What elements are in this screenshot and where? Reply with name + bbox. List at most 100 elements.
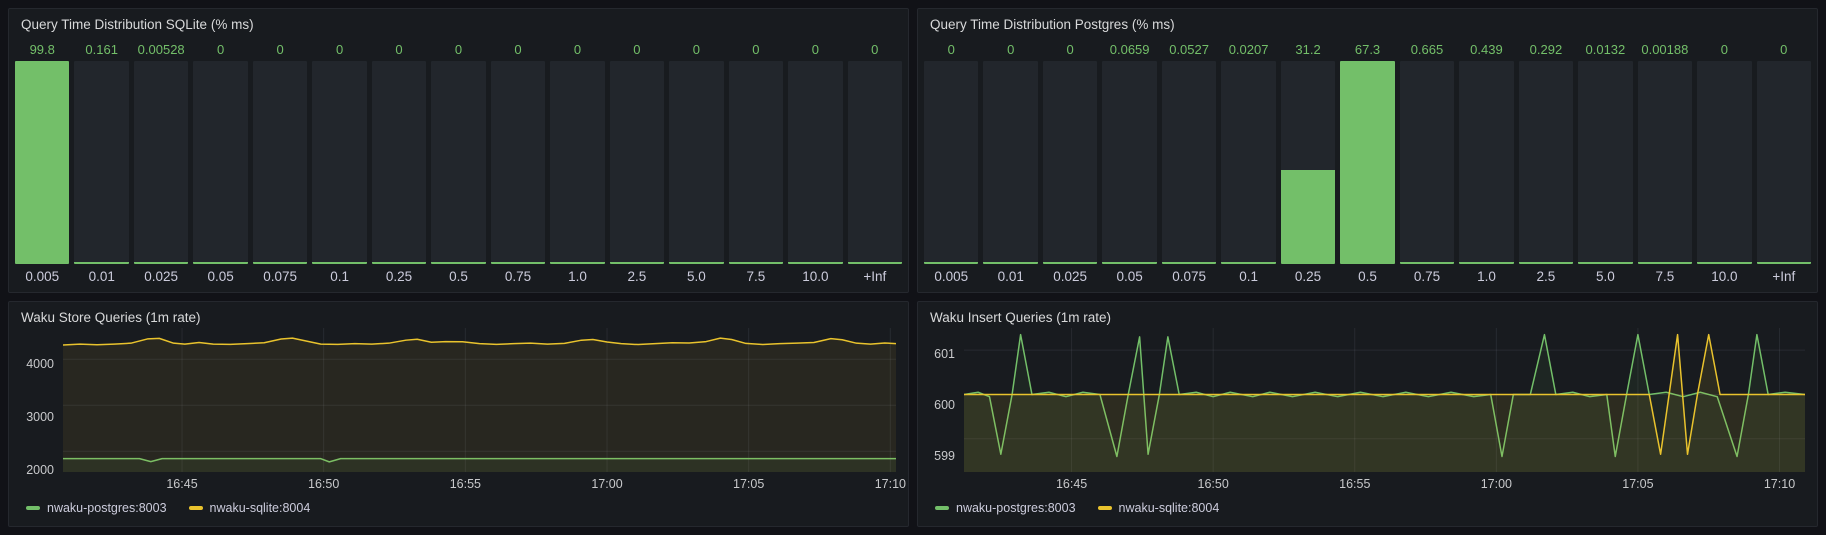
x-tick-label: 17:05: [1622, 477, 1653, 491]
bar-column: 0 +Inf: [1757, 37, 1811, 288]
bar-fill: [1757, 262, 1811, 264]
timeseries-insert: 599600601 16:4516:5016:5517:0017:0517:10: [918, 328, 1817, 494]
x-tick-label: 16:45: [1056, 477, 1087, 491]
panel-title-insert[interactable]: Waku Insert Queries (1m rate): [918, 302, 1817, 328]
bar-x-label: 5.0: [1578, 264, 1632, 288]
legend-item-postgres[interactable]: nwaku-postgres:8003: [935, 501, 1076, 515]
panel-title-store[interactable]: Waku Store Queries (1m rate): [9, 302, 908, 328]
legend: nwaku-postgres:8003 nwaku-sqlite:8004: [918, 494, 1817, 526]
bar-fill: [983, 262, 1037, 264]
bar-x-label: 0.025: [1043, 264, 1097, 288]
dashboard: Query Time Distribution SQLite (% ms) 99…: [0, 0, 1826, 535]
panel-title-postgres[interactable]: Query Time Distribution Postgres (% ms): [918, 9, 1817, 35]
bar-value-label: 0: [924, 37, 978, 61]
bar-track: [1281, 61, 1335, 264]
x-tick-label: 16:50: [1198, 477, 1229, 491]
timeseries-store: 200030004000 16:4516:5016:5517:0017:0517…: [9, 328, 908, 494]
legend-item-sqlite[interactable]: nwaku-sqlite:8004: [189, 501, 311, 515]
y-axis: 599600601: [918, 328, 964, 494]
bar-fill: [1638, 262, 1692, 264]
legend-swatch-green: [935, 506, 949, 510]
bar-fill: [1459, 262, 1513, 264]
bar-value-label: 0: [1697, 37, 1751, 61]
legend-label: nwaku-postgres:8003: [47, 501, 167, 515]
legend: nwaku-postgres:8003 nwaku-sqlite:8004: [9, 494, 908, 526]
bar-value-label: 0.0207: [1221, 37, 1275, 61]
bar-column: 0.4391.0: [1459, 37, 1513, 288]
panel-title-sqlite[interactable]: Query Time Distribution SQLite (% ms): [9, 9, 908, 35]
bar-x-label: 0.05: [1102, 264, 1156, 288]
bar-fill: [431, 262, 485, 264]
bar-x-label: 10.0: [788, 264, 842, 288]
bar-column: 0.06590.05: [1102, 37, 1156, 288]
bar-fill: [1578, 262, 1632, 264]
bar-x-label: 0.01: [74, 264, 128, 288]
bar-fill: [729, 262, 783, 264]
timeseries-svg: [964, 328, 1805, 472]
bar-gauge-postgres: 00.00500.0100.0250.06590.050.05270.0750.…: [918, 35, 1817, 292]
panel-query-time-postgres: Query Time Distribution Postgres (% ms) …: [917, 8, 1818, 293]
bar-column: 0+Inf: [848, 37, 902, 288]
bar-column: 05.0: [669, 37, 723, 288]
legend-label: nwaku-postgres:8003: [956, 501, 1076, 515]
bar-column: 00.01: [983, 37, 1037, 288]
bar-column: 00.075: [253, 37, 307, 288]
bar-track: [1459, 61, 1513, 264]
bar-track: [1757, 61, 1811, 264]
bar-fill: [312, 262, 366, 264]
bar-x-label: 0.025: [134, 264, 188, 288]
x-tick-label: 16:55: [1339, 477, 1370, 491]
bar-value-label: 0: [312, 37, 366, 61]
panel-query-time-sqlite: Query Time Distribution SQLite (% ms) 99…: [8, 8, 909, 293]
bar-x-label: 0.75: [491, 264, 545, 288]
plot-area[interactable]: [964, 328, 1805, 472]
bar-track: [1697, 61, 1751, 264]
bar-column: 31.20.25: [1281, 37, 1335, 288]
bar-track: [1400, 61, 1454, 264]
bar-value-label: 99.8: [15, 37, 69, 61]
legend-label: nwaku-sqlite:8004: [1119, 501, 1220, 515]
bar-value-label: 0: [1043, 37, 1097, 61]
bar-track: [253, 61, 307, 264]
bar-x-label: +Inf: [1757, 264, 1811, 288]
bar-column: 0.0132 5.0: [1578, 37, 1632, 288]
bar-fill: [253, 262, 307, 264]
bar-fill: [1043, 262, 1097, 264]
x-axis: 16:4516:5016:5517:0017:0517:10: [964, 472, 1805, 494]
bar-x-label: 0.05: [193, 264, 247, 288]
bar-column: 0.2922.5: [1519, 37, 1573, 288]
bar-value-label: 0.0132: [1578, 37, 1632, 61]
bar-gauge-sqlite: 99.80.0050.1610.010.005280.02500.0500.07…: [9, 35, 908, 292]
bar-track: [312, 61, 366, 264]
bar-value-label: 0: [372, 37, 426, 61]
bar-track: [1638, 61, 1692, 264]
bar-track: [372, 61, 426, 264]
legend-item-sqlite[interactable]: nwaku-sqlite:8004: [1098, 501, 1220, 515]
bar-x-label: 0.25: [1281, 264, 1335, 288]
bar-value-label: 0.0527: [1162, 37, 1216, 61]
bar-track: [1340, 61, 1394, 264]
bar-x-label: 0.25: [372, 264, 426, 288]
panel-waku-store-queries: Waku Store Queries (1m rate) 20003000400…: [8, 301, 909, 527]
bar-x-label: 0.1: [312, 264, 366, 288]
bar-x-label: 0.75: [1400, 264, 1454, 288]
bar-fill: [372, 262, 426, 264]
bar-column: 0.6650.75: [1400, 37, 1454, 288]
plot-area[interactable]: [63, 328, 896, 472]
legend-swatch-green: [26, 506, 40, 510]
bar-value-label: 0: [848, 37, 902, 61]
bar-track: [15, 61, 69, 264]
y-tick-label: 4000: [26, 357, 54, 371]
x-tick-label: 17:10: [875, 477, 906, 491]
bar-value-label: 0: [491, 37, 545, 61]
bar-x-label: 0.005: [15, 264, 69, 288]
bar-x-label: 0.5: [1340, 264, 1394, 288]
bar-value-label: 0: [1757, 37, 1811, 61]
bar-track: [669, 61, 723, 264]
bar-column: 0.05270.075: [1162, 37, 1216, 288]
bar-column: 07.5: [729, 37, 783, 288]
legend-item-postgres[interactable]: nwaku-postgres:8003: [26, 501, 167, 515]
series-fill: [63, 338, 896, 472]
x-tick-label: 17:00: [1481, 477, 1512, 491]
y-tick-label: 601: [934, 347, 955, 361]
